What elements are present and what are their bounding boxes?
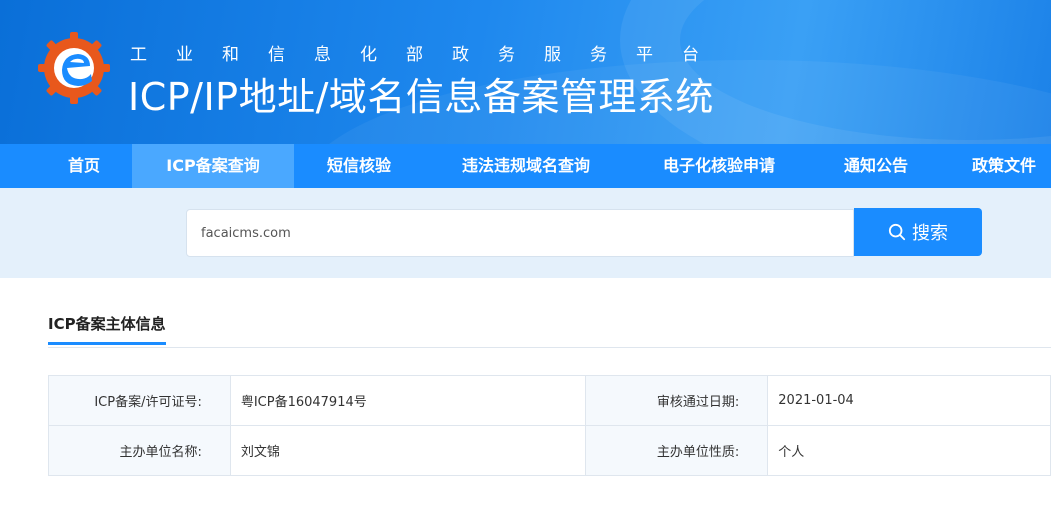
search-area: 搜索 — [0, 188, 1051, 278]
search-button-label: 搜索 — [912, 223, 948, 244]
miit-logo-icon — [38, 32, 110, 104]
nav-item-illegal-domain-query[interactable]: 违法违规域名查询 — [438, 144, 614, 188]
header-banner: 工业和信息化部政务服务平台 ICP/IP地址/域名信息备案管理系统 — [0, 0, 1051, 144]
approval-date-label: 审核通过日期: — [585, 375, 769, 426]
nav-item-policies[interactable]: 政策文件 — [956, 144, 1051, 188]
icp-number-label: ICP备案/许可证号: — [48, 375, 231, 426]
main-nav: 首页 ICP备案查询 短信核验 违法违规域名查询 电子化核验申请 通知公告 政策… — [0, 144, 1051, 188]
search-input[interactable] — [186, 209, 854, 257]
nav-item-home[interactable]: 首页 — [36, 144, 132, 188]
icp-info-table: ICP备案/许可证号: 粤ICP备16047914号 审核通过日期: 2021-… — [48, 375, 1051, 476]
nav-item-e-verify-apply[interactable]: 电子化核验申请 — [636, 144, 802, 188]
section-title: ICP备案主体信息 — [48, 313, 166, 345]
organizer-type-label: 主办单位性质: — [585, 425, 769, 476]
section-divider — [48, 347, 1051, 348]
table-row: ICP备案/许可证号: 粤ICP备16047914号 审核通过日期: 2021-… — [48, 375, 1051, 426]
header-subtitle: 工业和信息化部政务服务平台 — [130, 45, 728, 65]
organizer-name-label: 主办单位名称: — [48, 425, 231, 476]
approval-date-value: 2021-01-04 — [767, 375, 1051, 426]
table-row: 主办单位名称: 刘文锦 主办单位性质: 个人 — [48, 425, 1051, 476]
icp-number-value: 粤ICP备16047914号 — [229, 375, 587, 426]
search-icon — [888, 223, 906, 241]
page-title: ICP/IP地址/域名信息备案管理系统 — [128, 75, 714, 119]
nav-item-icp-query[interactable]: ICP备案查询 — [132, 144, 294, 188]
nav-item-sms-verify[interactable]: 短信核验 — [300, 144, 418, 188]
nav-item-notices[interactable]: 通知公告 — [824, 144, 928, 188]
search-button[interactable]: 搜索 — [854, 208, 982, 256]
organizer-type-value: 个人 — [767, 425, 1051, 476]
organizer-name-value: 刘文锦 — [229, 425, 587, 476]
